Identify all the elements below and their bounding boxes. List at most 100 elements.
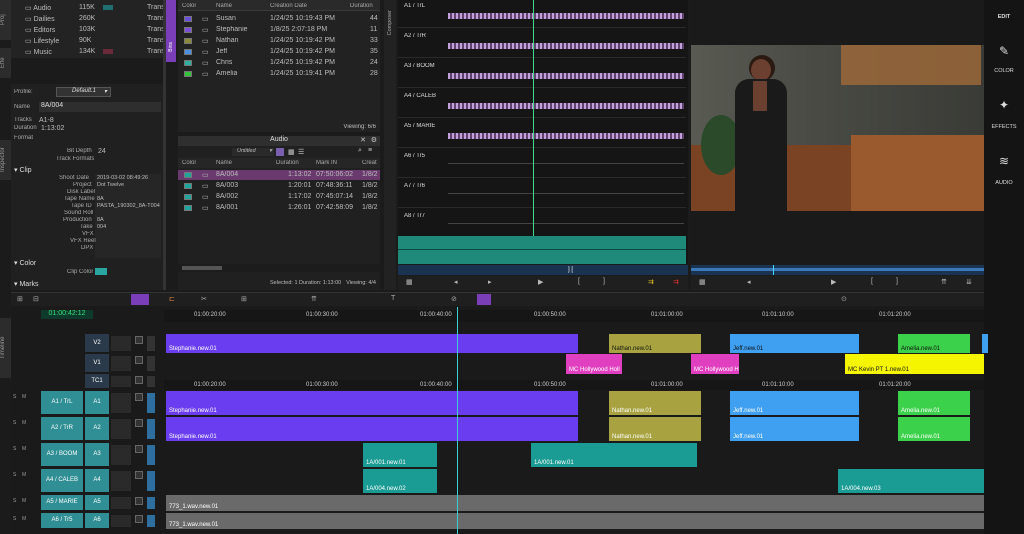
extract-icon[interactable]: ⇊ (966, 278, 972, 286)
clip-mc-hollywood-2[interactable]: MC Hollywood H (691, 354, 739, 374)
playhead[interactable] (533, 0, 534, 264)
record-track-selector[interactable]: A4 (85, 469, 109, 492)
list-item[interactable]: ▭ Jeff 1/24/25 10:19:42 PM 35 (178, 47, 380, 57)
track-controls[interactable] (111, 471, 131, 491)
mute-button[interactable]: M (22, 394, 26, 400)
mark-in-icon[interactable]: [ (871, 278, 873, 285)
link-icon[interactable]: ⊘ (451, 295, 457, 303)
lock-icon[interactable] (147, 356, 155, 371)
bin-item[interactable]: ▭ Lifestyle (25, 37, 59, 45)
zoom-icon[interactable]: ⊙ (841, 295, 847, 303)
list-item[interactable]: ▭ Amelia 1/24/25 10:19:41 PM 28 (178, 69, 380, 79)
solo-button[interactable]: S (13, 446, 16, 452)
clip-a5[interactable]: 773_1.wav.new.01 (166, 495, 984, 511)
nav-color[interactable]: COLOR (984, 68, 1024, 74)
color-section[interactable]: ▾ Color (14, 259, 36, 267)
timecode-display[interactable]: 01:00:42:12 (41, 310, 93, 319)
clip-a4-2[interactable]: 1A/004.new.03 (838, 469, 984, 493)
clip-jeff-a2[interactable]: Jeff.new.01 (730, 417, 859, 441)
table-row[interactable]: ▭ 8A/001 1:26:01 07:42:58:09 1/8/2 (178, 203, 380, 213)
record-track-selector[interactable]: A6 (85, 513, 109, 528)
monitor-icon[interactable] (135, 497, 143, 505)
record-track-selector[interactable]: A2 (85, 417, 109, 440)
source-track-selector[interactable]: A2 / TrR (41, 417, 83, 440)
record-track-selector[interactable]: A5 (85, 495, 109, 510)
solo-button[interactable]: S (13, 498, 16, 504)
profile-dropdown[interactable]: Default.1 ▾ (56, 87, 111, 97)
lift-icon[interactable]: ⇈ (311, 295, 317, 303)
monitor-icon[interactable] (135, 471, 143, 479)
lock-icon[interactable] (147, 376, 155, 387)
clip-section[interactable]: ▾ Clip (14, 166, 32, 174)
list-item[interactable]: ▭ Susan 1/24/25 10:19:43 PM 44 (178, 14, 380, 24)
text-icon[interactable]: T (391, 295, 395, 302)
list-view-icon[interactable]: ☰ (298, 148, 306, 156)
clip-mc-hollywood-1[interactable]: MC Hollywood Holl (566, 354, 622, 374)
clip-stephanie-a2[interactable]: Stephanie.new.01 (166, 417, 578, 441)
column-header[interactable]: Color (182, 3, 196, 9)
track-controls[interactable] (111, 445, 131, 465)
track-controls[interactable] (111, 393, 131, 413)
source-track-selector[interactable]: A4 / CALEB (41, 469, 83, 492)
settings-icon[interactable]: ▦ (406, 278, 413, 286)
tab-composer[interactable]: Composer (384, 0, 396, 290)
clip-nathan-a1[interactable]: Nathan.new.01 (609, 391, 701, 415)
lock-icon[interactable] (147, 393, 155, 413)
tool-icon[interactable]: ⊞ (17, 295, 23, 303)
mute-button[interactable]: M (22, 516, 26, 522)
script-view-icon[interactable]: ▦ (288, 148, 296, 156)
lock-icon[interactable] (147, 497, 155, 509)
tab-effects[interactable]: Effe (0, 48, 11, 78)
column-header[interactable]: Duration (350, 3, 373, 9)
monitor-icon[interactable] (135, 445, 143, 453)
monitor-icon[interactable] (135, 376, 143, 384)
source-track-selector[interactable]: A1 / TrL (41, 391, 83, 414)
monitor-icon[interactable] (135, 393, 143, 401)
solo-button[interactable]: S (13, 472, 16, 478)
record-track-selector[interactable]: A3 (85, 443, 109, 466)
source-monitor[interactable]: A1 / TrL A2 / TrR A3 / BOOM A4 / CALEB A… (398, 0, 688, 264)
clip-video-edge[interactable] (982, 334, 988, 353)
monitor-icon[interactable] (135, 419, 143, 427)
clip-color-swatch[interactable] (95, 268, 107, 275)
bin-item[interactable]: ▭ Dailies (25, 15, 55, 23)
list-item[interactable]: ▭ Chris 1/24/25 10:19:42 PM 24 (178, 58, 380, 68)
lock-icon[interactable] (147, 515, 155, 527)
clip-nathan-video[interactable]: Nathan.new.01 (609, 334, 701, 353)
bin-view-dropdown[interactable]: Untitled ▾ (232, 148, 274, 156)
timeline-ruler-audio[interactable]: 01:00:20:00 01:00:30:00 01:00:40:00 01:00:5… (164, 380, 984, 390)
clip-nathan-a2[interactable]: Nathan.new.01 (609, 417, 701, 441)
lift-icon[interactable]: ⇈ (941, 278, 947, 286)
scrollbar[interactable] (178, 264, 380, 272)
record-track-selector[interactable]: TC1 (85, 374, 109, 388)
record-monitor[interactable] (691, 0, 984, 264)
list-item[interactable]: ▭ Stephanie 1/8/25 2:07:18 PM 11 (178, 25, 380, 35)
segment-mode-icon[interactable] (131, 294, 149, 305)
add-edit-icon[interactable]: ⊞ (241, 295, 247, 303)
record-track-selector[interactable]: A1 (85, 391, 109, 414)
mark-out-icon[interactable]: ] (603, 278, 605, 285)
settings-icon[interactable]: ▦ (699, 278, 706, 286)
record-position-bar[interactable] (691, 265, 984, 275)
close-icon[interactable]: ✕ (360, 136, 366, 144)
source-position-bar[interactable]: ] [ (398, 265, 688, 275)
lock-icon[interactable] (147, 445, 155, 465)
list-item[interactable]: ▭ Nathan 1/24/25 10:19:42 PM 33 (178, 36, 380, 46)
purple-tool-icon[interactable] (477, 294, 491, 305)
solo-button[interactable]: S (13, 516, 16, 522)
timeline-ruler[interactable]: 01:00:20:00 01:00:30:00 01:00:40:00 01:00:5… (164, 310, 984, 322)
mute-button[interactable]: M (22, 472, 26, 478)
table-row[interactable]: ▭ 8A/002 1:17:02 07:45:07:14 1/8/2 (178, 192, 380, 202)
clip-stephanie-a1[interactable]: Stephanie.new.01 (166, 391, 578, 415)
track-controls[interactable] (111, 356, 131, 371)
tab-bins[interactable]: Bins (166, 0, 176, 62)
nav-effects[interactable]: EFFECTS (984, 124, 1024, 130)
step-back-icon[interactable]: ◂ (454, 278, 458, 286)
clip-a6[interactable]: 773_1.wav.new.01 (166, 513, 984, 529)
clip-stephanie-video[interactable]: Stephanie.new.01 (166, 334, 578, 353)
lock-icon[interactable] (147, 419, 155, 439)
column-header[interactable]: Creation Date (270, 3, 307, 9)
table-row[interactable]: ▭ 8A/004 1:13:02 07:50:06:02 1/8/2 (178, 170, 380, 180)
step-forward-icon[interactable]: ▸ (488, 278, 492, 286)
record-track-selector[interactable]: V1 (85, 354, 109, 372)
